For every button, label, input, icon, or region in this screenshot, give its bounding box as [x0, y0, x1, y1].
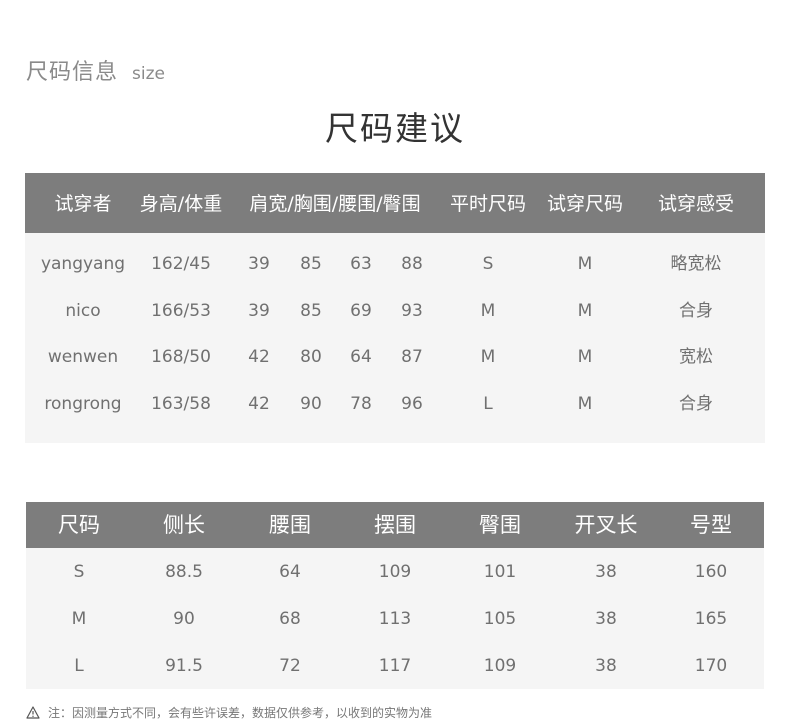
table-cell: 93 — [401, 301, 423, 321]
table-cell: M — [577, 394, 593, 414]
table-cell: M — [577, 301, 593, 321]
table-cell: M — [577, 254, 593, 274]
table-cell: 163/58 — [151, 394, 211, 414]
table-cell: yangyang — [40, 254, 126, 274]
table-cell: 109 — [378, 562, 412, 582]
size-header-cell: 腰围 — [269, 513, 311, 537]
section-header-cn: 尺码信息 — [26, 60, 119, 85]
table-cell: 合身 — [679, 301, 713, 321]
tryon-header-cell: 肩宽/胸围/腰围/臀围 — [249, 193, 421, 215]
table-row: nico 166/53 39 85 69 93 M M 合身 — [25, 296, 765, 326]
table-cell: 68 — [279, 609, 301, 629]
table-cell: M — [480, 347, 496, 367]
warning-icon — [26, 706, 40, 719]
table-row: rongrong 163/58 42 90 78 96 L M 合身 — [25, 389, 765, 419]
table-cell: 109 — [483, 656, 517, 676]
tryon-table-header: 试穿者 身高/体重 肩宽/胸围/腰围/臀围 平时尺码 试穿尺码 试穿感受 — [25, 173, 765, 233]
table-cell: L — [483, 394, 493, 414]
section-header: 尺码信息 size — [26, 54, 165, 86]
table-cell: 64 — [350, 347, 372, 367]
table-cell: 78 — [350, 394, 372, 414]
table-cell: 85 — [300, 254, 322, 274]
table-cell: M — [480, 301, 496, 321]
tryon-header-cell: 试穿者 — [54, 193, 112, 215]
table-cell: 69 — [350, 301, 372, 321]
page-title: 尺码建议 — [325, 109, 465, 148]
note-text: 注：因测量方式不同，会有些许误差，数据仅供参考，以收到的实物为准 — [48, 706, 433, 720]
table-cell: 87 — [401, 347, 423, 367]
table-cell: 117 — [378, 656, 412, 676]
tryon-table: 试穿者 身高/体重 肩宽/胸围/腰围/臀围 平时尺码 试穿尺码 试穿感受 yan… — [25, 173, 765, 443]
table-cell: M — [577, 347, 593, 367]
table-cell: 88 — [401, 254, 423, 274]
table-cell: 90 — [300, 394, 322, 414]
table-cell: 101 — [483, 562, 517, 582]
size-header-cell: 尺码 — [58, 513, 100, 537]
table-cell: 宽松 — [679, 347, 713, 367]
table-cell: 42 — [248, 394, 270, 414]
table-cell: 42 — [248, 347, 270, 367]
table-cell: wenwen — [47, 347, 119, 367]
table-row: M 90 68 113 105 38 165 — [26, 604, 764, 634]
table-cell: S — [73, 562, 85, 582]
measurement-note: 注：因测量方式不同，会有些许误差，数据仅供参考，以收到的实物为准 — [26, 704, 432, 721]
table-cell: M — [71, 609, 87, 629]
table-row: S 88.5 64 109 101 38 160 — [26, 557, 764, 587]
table-cell: 64 — [279, 562, 301, 582]
table-cell: L — [74, 656, 84, 676]
tryon-header-cell: 试穿感受 — [657, 193, 735, 215]
table-row: wenwen 168/50 42 80 64 87 M M 宽松 — [25, 342, 765, 372]
table-cell: 38 — [595, 609, 617, 629]
section-header-en: size — [132, 64, 165, 84]
table-cell: 105 — [483, 609, 517, 629]
table-cell: 72 — [279, 656, 301, 676]
table-cell: 略宽松 — [670, 254, 722, 274]
table-cell: 80 — [300, 347, 322, 367]
table-cell: 160 — [694, 562, 728, 582]
table-cell: 113 — [378, 609, 412, 629]
table-cell: 96 — [401, 394, 423, 414]
size-header-cell: 摆围 — [374, 513, 416, 537]
table-cell: 38 — [595, 562, 617, 582]
size-table: 尺码 侧长 腰围 摆围 臀围 开叉长 号型 S 88.5 64 109 101 … — [26, 502, 764, 689]
table-cell: 170 — [694, 656, 728, 676]
size-table-header: 尺码 侧长 腰围 摆围 臀围 开叉长 号型 — [26, 502, 764, 548]
table-row: yangyang 162/45 39 85 63 88 S M 略宽松 — [25, 249, 765, 279]
table-cell: 165 — [694, 609, 728, 629]
table-cell: 90 — [173, 609, 195, 629]
table-cell: 85 — [300, 301, 322, 321]
table-cell: 合身 — [679, 394, 713, 414]
table-cell: 166/53 — [151, 301, 211, 321]
tryon-header-cell: 试穿尺码 — [546, 193, 624, 215]
table-cell: 39 — [248, 254, 270, 274]
table-cell: 63 — [350, 254, 372, 274]
table-row: L 91.5 72 117 109 38 170 — [26, 651, 764, 681]
size-header-cell: 开叉长 — [574, 513, 638, 537]
size-header-cell: 臀围 — [479, 513, 521, 537]
table-cell: S — [482, 254, 494, 274]
table-cell: 39 — [248, 301, 270, 321]
table-cell: 168/50 — [151, 347, 211, 367]
size-header-cell: 侧长 — [163, 513, 205, 537]
table-cell: 88.5 — [165, 562, 203, 582]
table-cell: 162/45 — [151, 254, 211, 274]
size-header-cell: 号型 — [690, 513, 732, 537]
table-cell: nico — [65, 301, 101, 321]
table-cell: 38 — [595, 656, 617, 676]
table-cell: 91.5 — [165, 656, 203, 676]
table-cell: rongrong — [44, 394, 122, 414]
tryon-header-cell: 平时尺码 — [449, 193, 527, 215]
tryon-header-cell: 身高/体重 — [139, 193, 223, 215]
